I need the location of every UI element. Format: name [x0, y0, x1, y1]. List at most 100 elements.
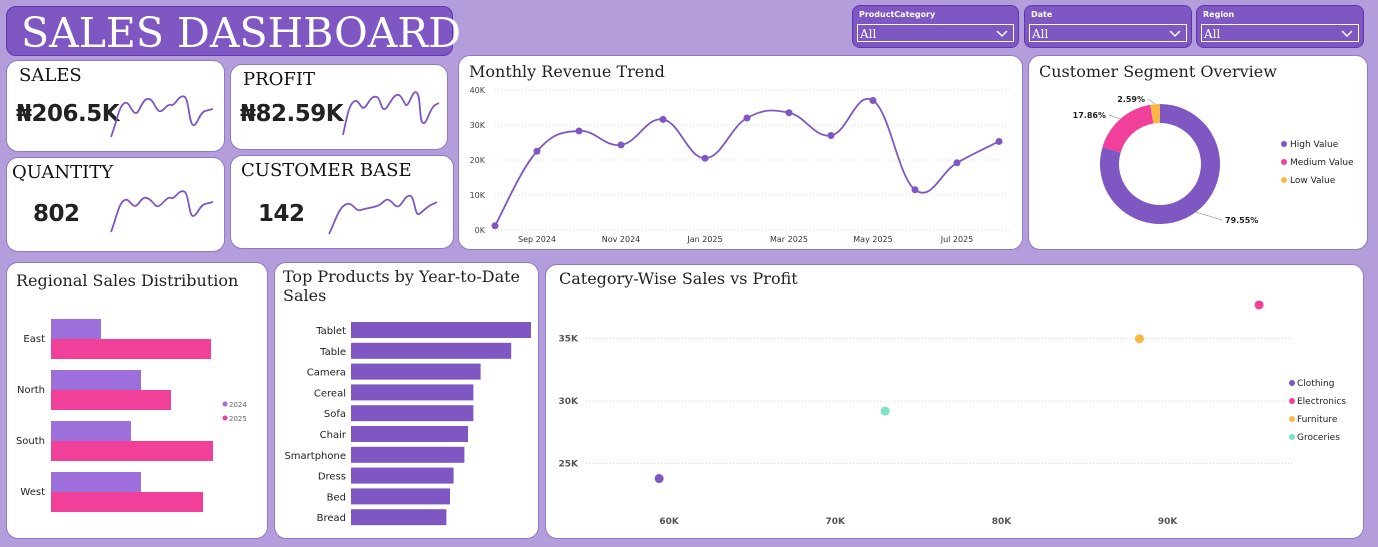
customer-segment-donut[interactable]: 79.55% 17.86% 2.59% High Value Medium Value L…	[1029, 56, 1369, 251]
kpi-title: QUANTITY	[12, 162, 114, 183]
legend-marker	[1289, 416, 1295, 422]
slice-value-label: 79.55%	[1225, 216, 1258, 225]
legend-label: 2025	[229, 415, 247, 423]
x-tick-label: 80K	[992, 517, 1013, 527]
revenue-point	[743, 114, 751, 122]
product-bar	[351, 322, 531, 338]
y-tick-label: 30K	[470, 121, 486, 130]
category-label: South	[16, 436, 45, 447]
bar-2024	[51, 472, 141, 492]
quantity-kpi-card[interactable]: QUANTITY 802	[6, 157, 225, 252]
scatter-point-electronics	[1254, 300, 1264, 310]
y-tick-label: 20K	[470, 156, 486, 165]
date-slicer[interactable]: Date All	[1024, 5, 1192, 48]
legend-label: Low Value	[1290, 176, 1336, 186]
slicer-label: Date	[1031, 10, 1053, 19]
bar-2025	[51, 441, 213, 461]
product-bar	[351, 509, 447, 526]
donut-slice	[1102, 104, 1154, 153]
product-label: Smartphone	[284, 451, 346, 462]
product-bar	[351, 363, 481, 380]
x-tick-label: Mar 2025	[770, 235, 808, 244]
chevron-down-icon	[996, 30, 1008, 38]
category-label: West	[20, 487, 45, 498]
product-bar	[351, 488, 450, 505]
kpi-title: SALES	[19, 65, 82, 86]
slice-value-label: 17.86%	[1073, 111, 1106, 120]
legend-marker	[1281, 159, 1287, 165]
category-scatter-plot[interactable]: 25K 30K 35K 60K 70K 80K 90K Clothing Electronics…	[546, 265, 1365, 540]
legend-label: Clothing	[1297, 379, 1334, 389]
legend-marker	[1289, 398, 1295, 404]
x-tick-label: Jan 2025	[686, 235, 722, 244]
product-label: Tablet	[315, 326, 346, 337]
customer-sparkline	[328, 194, 438, 235]
slicer-label: ProductCategory	[859, 10, 936, 19]
kpi-value: 142	[258, 201, 305, 227]
product-label: Bed	[327, 492, 346, 503]
kpi-title: CUSTOMER BASE	[241, 160, 412, 181]
product-category-dropdown[interactable]: All	[857, 24, 1014, 42]
kpi-value: 802	[33, 201, 80, 227]
product-bar	[351, 426, 468, 442]
date-dropdown[interactable]: All	[1029, 24, 1187, 42]
region-dropdown[interactable]: All	[1201, 24, 1359, 42]
legend-label: High Value	[1290, 140, 1339, 150]
sales-sparkline	[110, 95, 214, 138]
category-scatter-card[interactable]: Category-Wise Sales vs Profit 25K 30K 35K 6…	[545, 264, 1364, 539]
slice-leader-line	[1108, 114, 1121, 120]
slicer-label: Region	[1203, 10, 1235, 19]
revenue-point	[617, 141, 625, 149]
scatter-point-clothing	[654, 474, 664, 484]
monthly-revenue-card[interactable]: Monthly Revenue Trend 0K 10K 20K 30K 40K Sep …	[458, 55, 1023, 250]
product-label: Cereal	[314, 388, 346, 399]
x-tick-label: 70K	[826, 517, 847, 527]
x-tick-label: 90K	[1158, 517, 1179, 527]
customer-segment-card[interactable]: Customer Segment Overview 79.55% 17.86% 2.…	[1028, 55, 1368, 250]
slice-leader-line	[1147, 98, 1156, 105]
product-label: Bread	[317, 513, 346, 524]
legend-marker	[222, 401, 228, 407]
revenue-point	[533, 147, 541, 155]
y-tick-label: 35K	[559, 335, 580, 345]
product-category-slicer[interactable]: ProductCategory All	[852, 5, 1019, 48]
revenue-point	[827, 132, 835, 139]
x-tick-label: Nov 2024	[602, 235, 641, 244]
product-bar	[351, 342, 512, 359]
dashboard-title: SALES DASHBOARD	[21, 9, 462, 57]
legend-label: Electronics	[1297, 397, 1346, 407]
bar-2024	[51, 421, 131, 441]
scatter-point-groceries	[880, 406, 890, 416]
legend-label: Groceries	[1297, 433, 1340, 443]
x-tick-label: Sep 2024	[518, 235, 556, 244]
revenue-line-chart[interactable]: 0K 10K 20K 30K 40K Sep 2024 Nov 2024 Jan 2025 Ma…	[459, 56, 1024, 251]
slicer-value: All	[1204, 27, 1221, 41]
x-tick-label: May 2025	[853, 235, 892, 244]
region-slicer[interactable]: Region All	[1196, 5, 1364, 48]
regional-sales-card[interactable]: Regional Sales Distribution East North Sou…	[6, 262, 268, 539]
x-tick-label: 60K	[659, 517, 680, 527]
top-products-bar-chart[interactable]: Tablet Table Camera Cereal Sofa Chair Smartpho…	[275, 263, 540, 540]
slice-value-label: 2.59%	[1117, 95, 1145, 104]
legend-marker	[1281, 141, 1287, 147]
legend-marker	[1289, 380, 1295, 386]
legend-marker	[222, 415, 228, 421]
y-tick-label: 10K	[470, 191, 486, 200]
regional-sales-bar-chart[interactable]: East North South West 2024 2025	[7, 263, 269, 540]
top-products-card[interactable]: Top Products by Year-to-Date Sales Table…	[274, 262, 539, 539]
legend-label: Furniture	[1297, 415, 1338, 425]
quantity-sparkline	[110, 190, 214, 233]
sales-kpi-card[interactable]: SALES ₦206.5K	[6, 60, 225, 152]
legend-label: 2024	[229, 401, 247, 409]
bar-2025	[51, 339, 211, 359]
y-tick-label: 25K	[559, 460, 580, 470]
revenue-point	[575, 127, 583, 135]
customer-base-kpi-card[interactable]: CUSTOMER BASE 142	[230, 155, 454, 249]
revenue-point	[869, 97, 877, 104]
product-bar	[351, 405, 474, 422]
chevron-down-icon	[1169, 30, 1181, 38]
revenue-point	[953, 159, 961, 167]
profit-kpi-card[interactable]: PROFIT ₦82.59K	[230, 64, 448, 150]
dashboard-title-bar: SALES DASHBOARD	[6, 6, 461, 57]
category-label: North	[17, 385, 45, 396]
